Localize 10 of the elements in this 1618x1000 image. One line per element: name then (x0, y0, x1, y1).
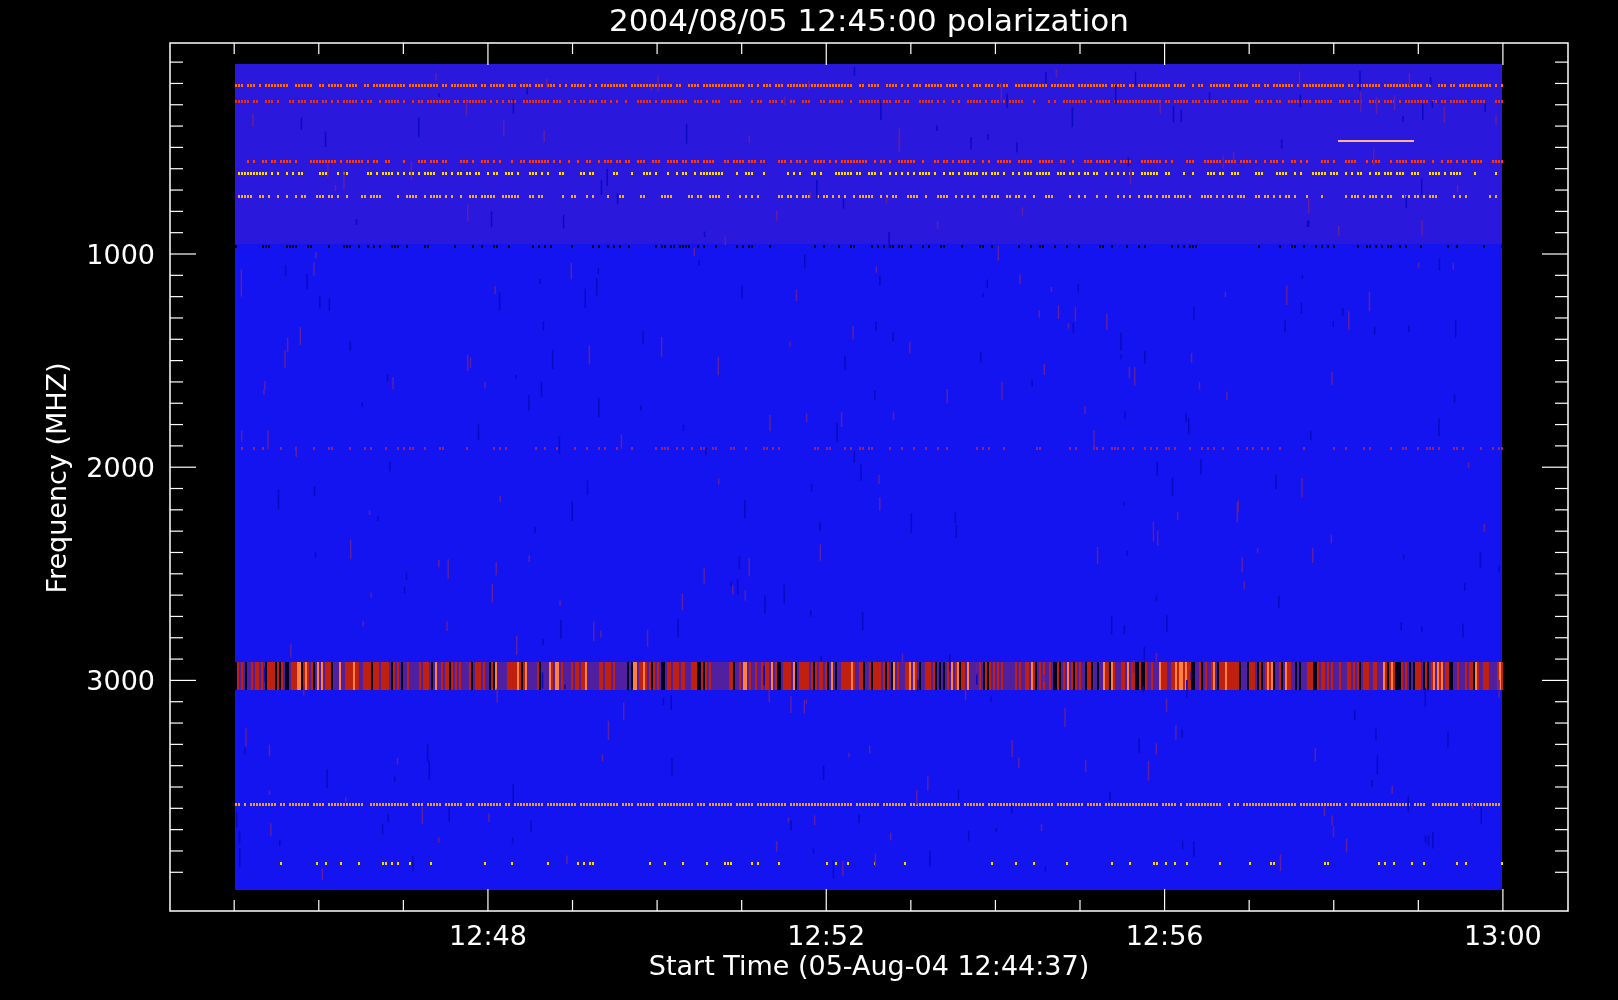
y-axis-label: Frequency (MHZ) (41, 362, 72, 594)
y-tick-label: 3000 (86, 665, 155, 697)
x-tick-label: 12:52 (787, 920, 866, 951)
y-tick-label: 1000 (86, 239, 155, 270)
x-tick-label: 12:48 (449, 920, 527, 951)
x-tick-label: 12:56 (1125, 920, 1204, 951)
x-tick-label: 13:00 (1464, 920, 1542, 951)
y-tick-label: 2000 (86, 452, 155, 484)
x-axis-label: Start Time (05-Aug-04 12:44:37) (648, 950, 1090, 981)
chart-title: 2004/08/05 12:45:00 polarization (609, 2, 1129, 38)
